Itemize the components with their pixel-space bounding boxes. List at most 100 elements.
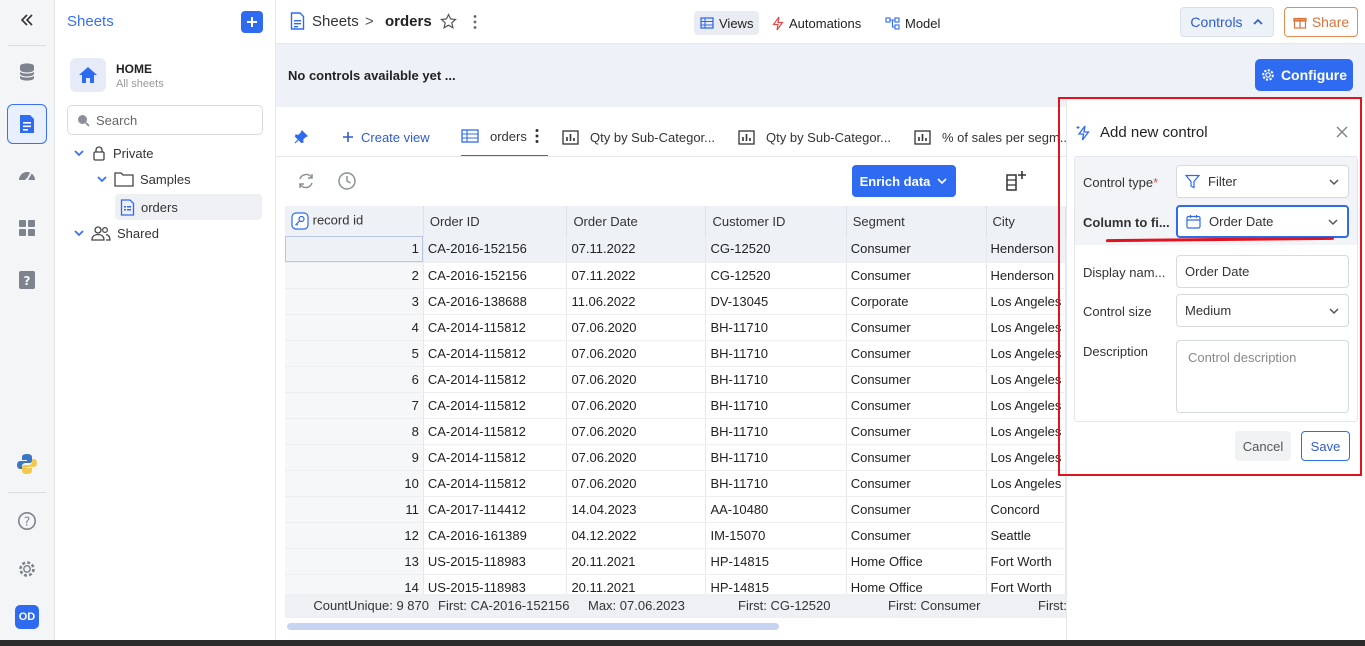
table-cell[interactable]: 20.11.2021 xyxy=(566,548,707,575)
record-id-cell[interactable]: 5 xyxy=(285,340,424,367)
table-cell[interactable]: 07.06.2020 xyxy=(566,314,707,341)
table-row[interactable]: 5 CA-2014-115812 07.06.2020 BH-11710 Consume… xyxy=(285,340,1066,367)
table-cell[interactable]: DV-13045 xyxy=(705,288,847,315)
table-cell[interactable]: CG-12520 xyxy=(705,262,847,289)
table-cell[interactable]: Consumer xyxy=(846,522,987,549)
rail-help-button[interactable]: ? xyxy=(7,501,47,541)
table-cell[interactable]: CA-2014-115812 xyxy=(423,444,568,471)
history-icon[interactable] xyxy=(337,171,357,191)
close-icon[interactable] xyxy=(1335,125,1349,139)
table-cell[interactable]: CA-2014-115812 xyxy=(423,418,568,445)
table-cell[interactable]: 07.06.2020 xyxy=(566,340,707,367)
horizontal-scrollbar[interactable] xyxy=(287,623,779,630)
table-cell[interactable]: CA-2016-161389 xyxy=(423,522,568,549)
footer-aggregate[interactable]: First: Henderson xyxy=(1033,594,1066,618)
table-cell[interactable]: 11.06.2022 xyxy=(566,288,707,315)
table-row[interactable]: 1 CA-2016-152156 07.11.2022 CG-12520 Consume… xyxy=(285,236,1066,263)
table-cell[interactable]: CA-2014-115812 xyxy=(423,366,568,393)
record-id-cell[interactable]: 4 xyxy=(285,314,424,341)
column-header-segment[interactable]: Segment xyxy=(846,206,987,236)
table-cell[interactable]: BH-11710 xyxy=(705,392,847,419)
control-size-select[interactable]: Medium xyxy=(1176,294,1349,327)
table-cell[interactable]: Consumer xyxy=(846,470,987,497)
table-cell[interactable]: BH-11710 xyxy=(705,444,847,471)
table-cell[interactable]: Los Angeles xyxy=(986,470,1066,497)
table-cell[interactable]: BH-11710 xyxy=(705,340,847,367)
tree-item-orders[interactable]: orders xyxy=(115,194,262,220)
table-cell[interactable]: Seattle xyxy=(986,522,1066,549)
tree-item-private[interactable]: Private xyxy=(73,141,153,165)
record-id-cell[interactable]: 7 xyxy=(285,392,424,419)
enrich-data-button[interactable]: Enrich data xyxy=(852,165,956,197)
record-id-cell[interactable]: 10 xyxy=(285,470,424,497)
add-sheet-button[interactable] xyxy=(241,11,263,33)
sidebar-search-input[interactable]: Search xyxy=(67,105,263,135)
table-cell[interactable]: Consumer xyxy=(846,366,987,393)
table-row[interactable]: 13 US-2015-118983 20.11.2021 HP-14815 Home O… xyxy=(285,548,1066,575)
rail-settings-button[interactable] xyxy=(7,549,47,589)
rail-python-button[interactable] xyxy=(7,444,47,484)
table-cell[interactable]: Consumer xyxy=(846,496,987,523)
column-header-order-date[interactable]: Order Date xyxy=(566,206,707,236)
table-cell[interactable]: 20.11.2021 xyxy=(566,574,707,594)
table-cell[interactable]: CA-2014-115812 xyxy=(423,340,568,367)
table-cell[interactable]: Los Angeles xyxy=(986,444,1066,471)
more-vertical-icon[interactable] xyxy=(534,128,540,144)
tree-item-samples[interactable]: Samples xyxy=(96,167,191,191)
refresh-icon[interactable] xyxy=(296,171,316,191)
table-cell[interactable]: Consumer xyxy=(846,392,987,419)
views-tab[interactable]: Views xyxy=(694,11,760,35)
share-button[interactable]: Share xyxy=(1284,7,1358,37)
table-cell[interactable]: 14.04.2023 xyxy=(566,496,707,523)
column-header-customer-id[interactable]: Customer ID xyxy=(705,206,847,236)
control-type-select[interactable]: Filter xyxy=(1176,165,1349,198)
footer-aggregate[interactable]: First: Consumer xyxy=(883,594,1033,618)
table-cell[interactable]: CA-2016-152156 xyxy=(423,262,568,289)
table-cell[interactable]: IM-15070 xyxy=(705,522,847,549)
table-cell[interactable]: Home Office xyxy=(846,574,987,594)
column-select[interactable]: Order Date xyxy=(1176,205,1349,238)
column-header-record-id[interactable]: record id xyxy=(285,206,424,236)
model-tab[interactable]: Model xyxy=(879,11,946,35)
add-column-icon[interactable] xyxy=(1005,170,1027,192)
tab-qty-by-sub-category-1[interactable]: Qty by Sub-Categor... xyxy=(562,117,715,157)
controls-toggle-button[interactable]: Controls xyxy=(1180,7,1274,37)
table-cell[interactable]: 07.11.2022 xyxy=(566,236,707,263)
home-name[interactable]: HOME xyxy=(116,62,152,76)
create-view-button[interactable]: Create view xyxy=(342,117,430,157)
table-row[interactable]: 11 CA-2017-114412 14.04.2023 AA-10480 Consum… xyxy=(285,496,1066,523)
record-id-cell[interactable]: 13 xyxy=(285,548,424,575)
table-cell[interactable]: 07.06.2020 xyxy=(566,392,707,419)
table-cell[interactable]: CA-2014-115812 xyxy=(423,314,568,341)
table-cell[interactable]: Los Angeles xyxy=(986,314,1066,341)
save-button[interactable]: Save xyxy=(1301,431,1350,461)
tab-qty-by-sub-category-2[interactable]: Qty by Sub-Categor... xyxy=(738,117,891,157)
record-id-cell[interactable]: 6 xyxy=(285,366,424,393)
cancel-button[interactable]: Cancel xyxy=(1235,431,1291,461)
table-row[interactable]: 10 CA-2014-115812 07.06.2020 BH-11710 Consum… xyxy=(285,470,1066,497)
table-cell[interactable]: Fort Worth xyxy=(986,574,1066,594)
column-header-city[interactable]: City xyxy=(986,206,1066,236)
record-id-cell[interactable]: 12 xyxy=(285,522,424,549)
home-tile[interactable] xyxy=(70,58,106,92)
record-id-cell[interactable]: 11 xyxy=(285,496,424,523)
table-cell[interactable]: US-2015-118983 xyxy=(423,548,568,575)
table-cell[interactable]: Corporate xyxy=(846,288,987,315)
table-cell[interactable]: Consumer xyxy=(846,314,987,341)
table-cell[interactable]: BH-11710 xyxy=(705,470,847,497)
record-id-cell[interactable]: 1 xyxy=(285,236,424,263)
table-cell[interactable]: Los Angeles xyxy=(986,366,1066,393)
table-cell[interactable]: HP-14815 xyxy=(705,574,847,594)
tab-sales-per-segment[interactable]: % of sales per segm... xyxy=(914,117,1071,157)
more-vertical-icon[interactable] xyxy=(472,14,478,30)
table-cell[interactable]: Home Office xyxy=(846,548,987,575)
table-cell[interactable]: AA-10480 xyxy=(705,496,847,523)
table-cell[interactable]: Los Angeles xyxy=(986,418,1066,445)
table-row[interactable]: 7 CA-2014-115812 07.06.2020 BH-11710 Consume… xyxy=(285,392,1066,419)
table-cell[interactable]: CA-2014-115812 xyxy=(423,392,568,419)
table-cell[interactable]: 07.11.2022 xyxy=(566,262,707,289)
table-cell[interactable]: Henderson xyxy=(986,262,1066,289)
rail-database-button[interactable] xyxy=(7,52,47,92)
record-id-cell[interactable]: 8 xyxy=(285,418,424,445)
display-name-input[interactable]: Order Date xyxy=(1176,255,1349,288)
